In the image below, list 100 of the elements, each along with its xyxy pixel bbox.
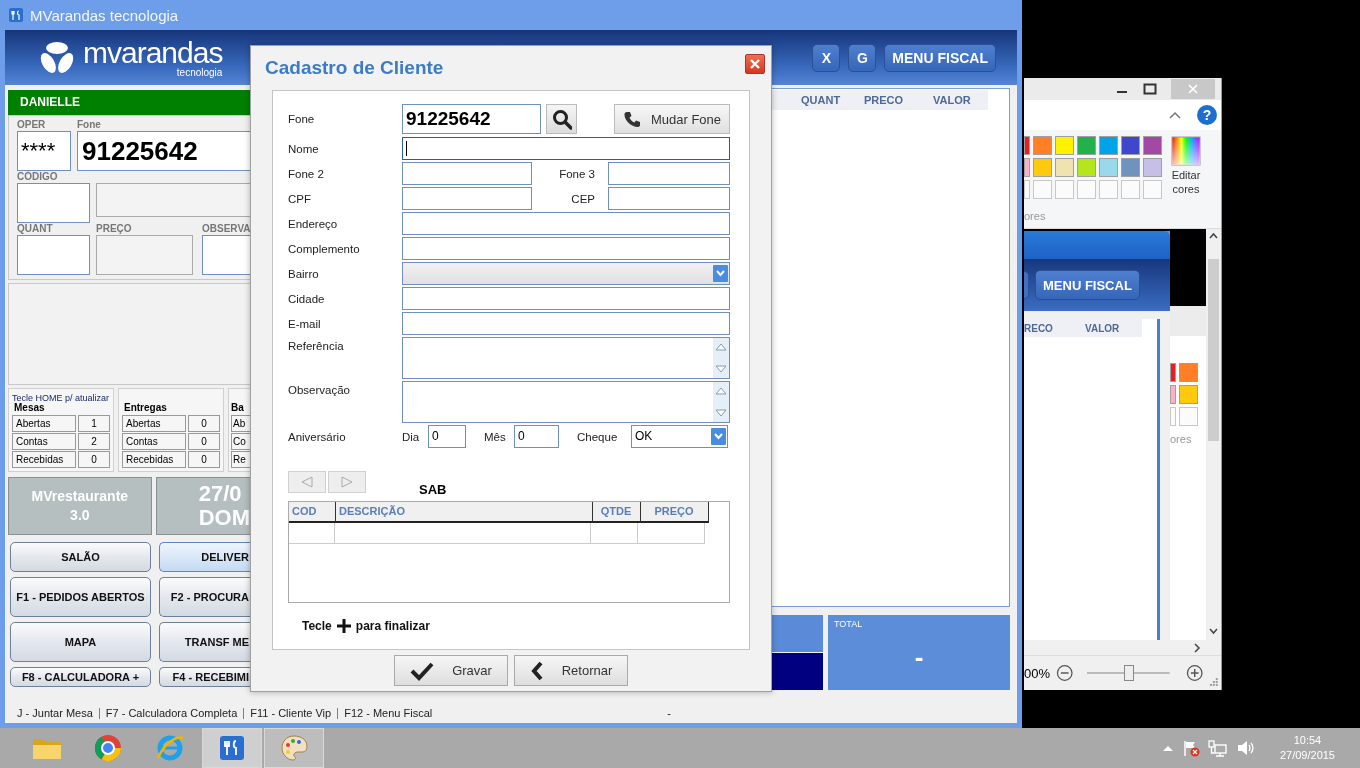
- table-cell: 1: [78, 415, 110, 432]
- color-swatch[interactable]: [1170, 407, 1176, 426]
- menu-button[interactable]: F1 - PEDIDOS ABERTOS: [10, 577, 151, 617]
- input-field[interactable]: 0: [514, 425, 559, 448]
- header-button[interactable]: X: [812, 43, 841, 72]
- color-swatch[interactable]: [1077, 136, 1096, 155]
- field-label: Aniversário: [288, 430, 347, 443]
- zoom-in-icon[interactable]: [1185, 664, 1204, 682]
- color-swatch[interactable]: [1055, 180, 1074, 199]
- input-field[interactable]: [402, 312, 730, 335]
- taskbar-button[interactable]: [264, 728, 324, 768]
- color-swatch[interactable]: [1121, 158, 1140, 177]
- input-field[interactable]: [608, 187, 730, 210]
- table-cell: Recebidas: [12, 451, 76, 468]
- change-phone-button[interactable]: Mudar Fone: [614, 104, 730, 134]
- menu-button[interactable]: DELIVER: [159, 542, 250, 572]
- color-swatch[interactable]: [1121, 136, 1140, 155]
- speaker-icon[interactable]: [1235, 739, 1254, 757]
- text-area[interactable]: [402, 337, 730, 379]
- color-swatch[interactable]: [1077, 158, 1096, 177]
- zoom-out-icon[interactable]: [1056, 664, 1074, 682]
- back-button[interactable]: Retornar: [514, 655, 628, 686]
- color-swatch[interactable]: [1170, 385, 1176, 404]
- input-field[interactable]: ****: [17, 131, 71, 171]
- menu-button[interactable]: F8 - CALCULADORA +: [10, 667, 151, 687]
- color-swatch[interactable]: [1179, 385, 1198, 404]
- input-field[interactable]: [608, 162, 730, 185]
- dropdown[interactable]: OK: [631, 425, 728, 448]
- collapse-icon[interactable]: [1169, 111, 1181, 119]
- table-cell: Recebidas: [122, 451, 186, 468]
- table-cell: 0: [188, 433, 220, 450]
- input-field[interactable]: [202, 235, 250, 275]
- input-field[interactable]: [402, 187, 532, 210]
- input-field[interactable]: [17, 183, 90, 223]
- edit-colors-button[interactable]: Editar cores: [1168, 136, 1204, 199]
- color-swatch[interactable]: [1099, 136, 1118, 155]
- save-button[interactable]: Gravar: [394, 655, 508, 686]
- network-icon[interactable]: [1207, 739, 1228, 757]
- color-swatch[interactable]: [1143, 180, 1162, 199]
- app-icon: [8, 7, 24, 23]
- menu-button[interactable]: SALÃO: [10, 542, 151, 572]
- field-label: Observação: [288, 383, 351, 396]
- caret-icon[interactable]: [1161, 743, 1174, 753]
- flag-icon[interactable]: [1181, 739, 1200, 757]
- color-swatch[interactable]: [1179, 363, 1198, 382]
- color-swatch[interactable]: [1055, 158, 1074, 177]
- color-swatch[interactable]: [1024, 180, 1030, 199]
- scroll-right-icon[interactable]: [1193, 642, 1201, 653]
- input-field[interactable]: [402, 237, 730, 260]
- scrollbar[interactable]: [1206, 229, 1221, 641]
- color-swatch[interactable]: [1033, 158, 1052, 177]
- menu-button[interactable]: F4 - RECEBIMI: [159, 667, 250, 687]
- header-button[interactable]: G: [848, 43, 877, 72]
- field-label: Nome: [288, 142, 320, 155]
- shortcut-text: F11 - Cliente Vip: [250, 707, 332, 719]
- search-button[interactable]: [546, 104, 577, 134]
- color-swatch[interactable]: [1077, 180, 1096, 199]
- color-swatch[interactable]: [1179, 407, 1198, 426]
- input-field[interactable]: 91225642: [77, 131, 250, 171]
- resize-grip-icon[interactable]: [1209, 677, 1219, 687]
- color-swatch[interactable]: [1055, 136, 1074, 155]
- color-swatch[interactable]: [1024, 158, 1030, 177]
- hint-text: Tecle HOME p/ atualizar: [12, 393, 110, 403]
- field-label: OPER: [17, 119, 47, 131]
- input-field[interactable]: 0: [428, 425, 466, 448]
- input-field[interactable]: [17, 235, 90, 275]
- text-area[interactable]: [402, 381, 730, 423]
- input-field[interactable]: [402, 137, 730, 160]
- input-field[interactable]: [402, 212, 730, 235]
- menu-button[interactable]: MAPA: [10, 622, 151, 662]
- taskbar-button[interactable]: [202, 728, 262, 768]
- total-value: -: [913, 641, 925, 674]
- color-swatch[interactable]: [1099, 158, 1118, 177]
- input-field[interactable]: 91225642: [402, 104, 541, 134]
- header-button[interactable]: MENU FISCAL: [1035, 270, 1140, 300]
- section-title: Ba: [231, 401, 245, 415]
- close-button[interactable]: [745, 54, 765, 74]
- color-swatch[interactable]: [1024, 136, 1030, 155]
- color-swatch[interactable]: [1121, 180, 1140, 199]
- header-button[interactable]: MENU FISCAL: [884, 43, 996, 72]
- hint-text: Tecle: [302, 619, 332, 633]
- slider-thumb[interactable]: [1123, 665, 1134, 681]
- menu-button[interactable]: TRANSF ME: [159, 622, 250, 662]
- color-swatch[interactable]: [1033, 136, 1052, 155]
- table-cell: 0: [78, 451, 110, 468]
- field-label: Fone 2: [288, 167, 325, 180]
- input-field[interactable]: [402, 162, 532, 185]
- color-swatch[interactable]: [1033, 180, 1052, 199]
- tile-text: MVrestaurante: [31, 487, 129, 506]
- color-swatch[interactable]: [1099, 180, 1118, 199]
- color-swatch[interactable]: [1170, 363, 1176, 382]
- menu-button[interactable]: F2 - PROCURA: [159, 577, 250, 617]
- input-field[interactable]: [402, 287, 730, 310]
- zoom-text: 00%: [1024, 665, 1051, 681]
- maximize-icon[interactable]: [1143, 83, 1157, 95]
- color-swatch[interactable]: [1143, 136, 1162, 155]
- total-label: TOTAL: [834, 619, 864, 629]
- help-button[interactable]: ?: [1197, 105, 1217, 125]
- color-swatch[interactable]: [1143, 158, 1162, 177]
- previous-icon: [300, 476, 314, 488]
